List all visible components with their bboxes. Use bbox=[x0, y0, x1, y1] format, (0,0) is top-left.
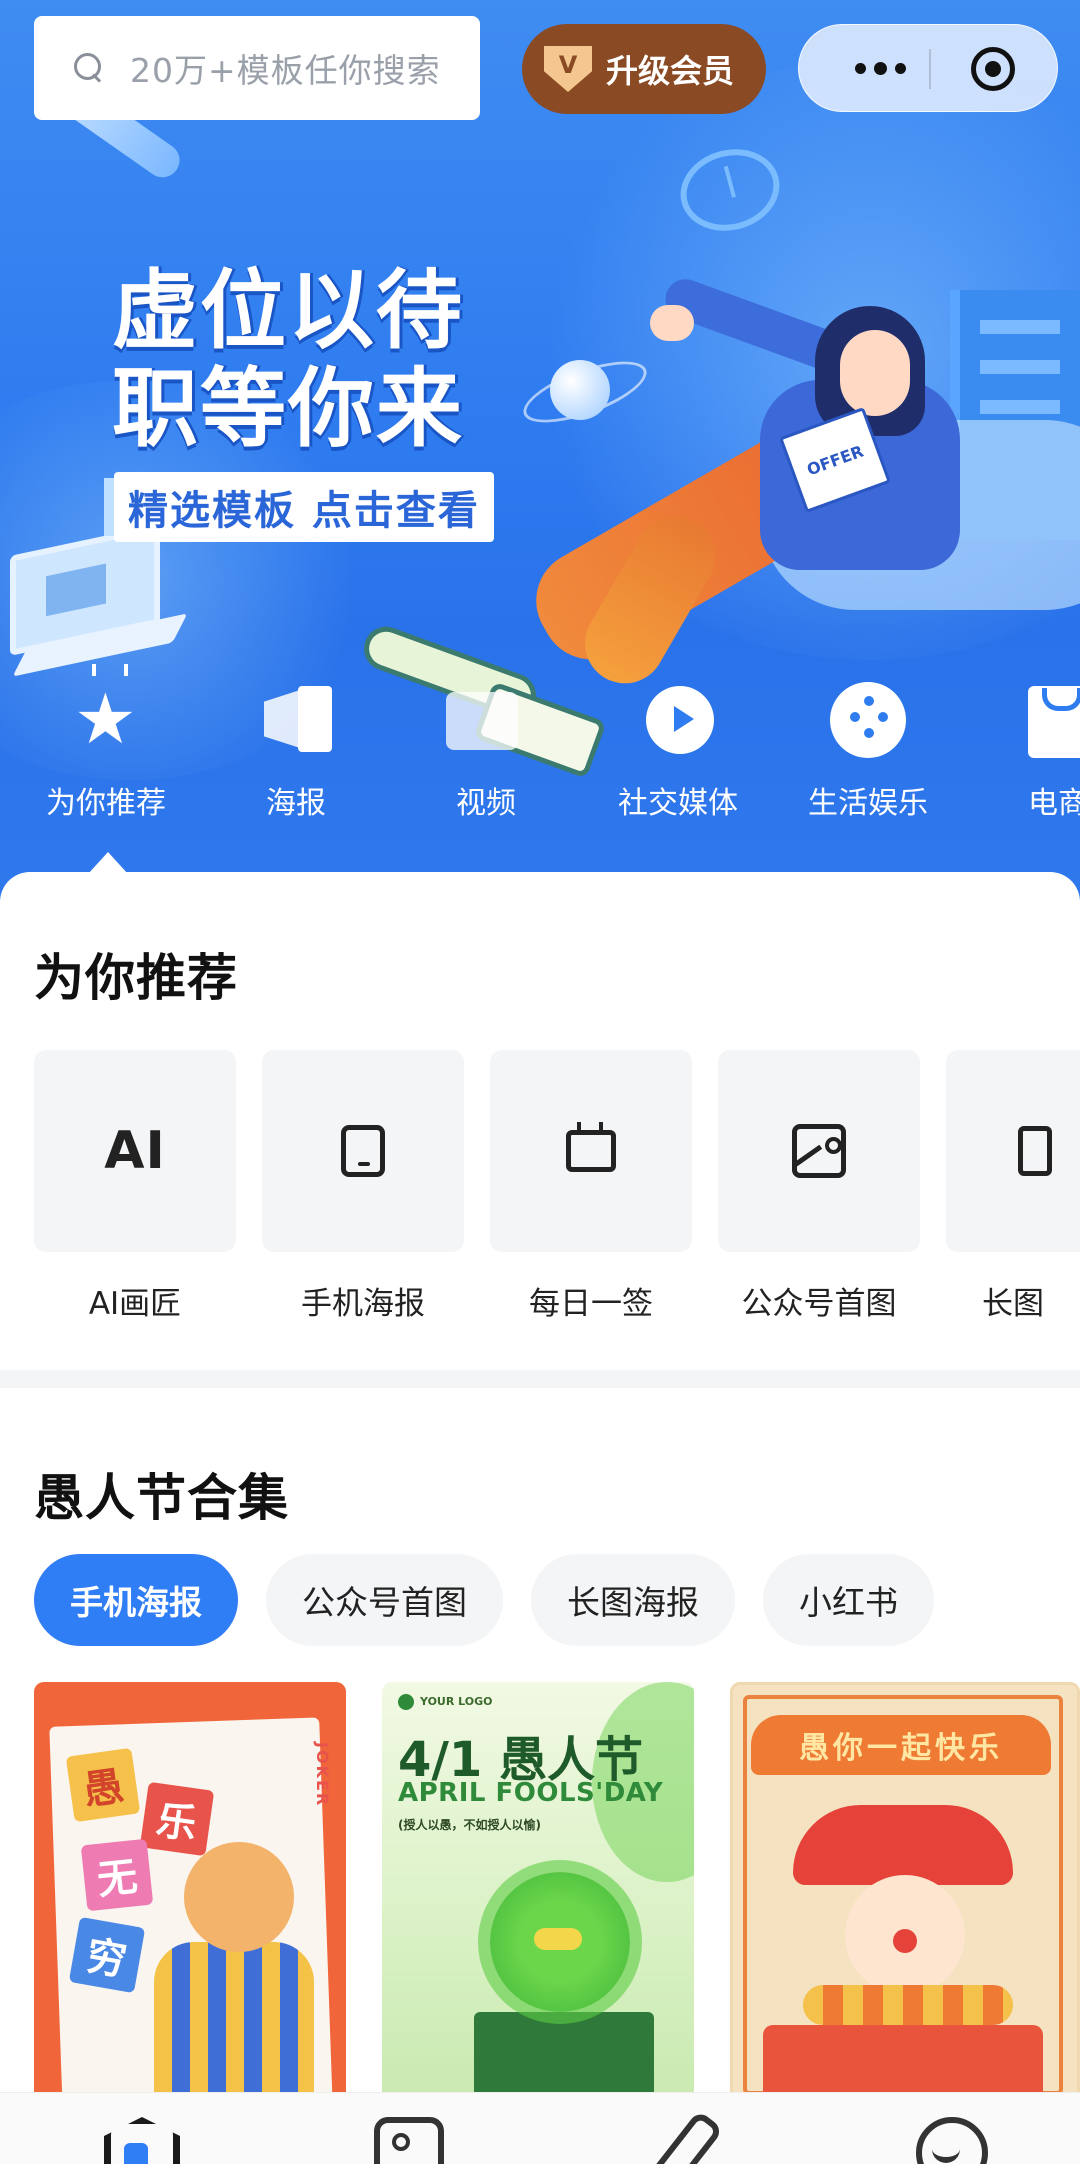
chip-wechat-cover[interactable]: 公众号首图 bbox=[266, 1554, 503, 1646]
book-illustration bbox=[763, 2025, 1043, 2099]
category-video[interactable]: 视频 bbox=[396, 678, 576, 822]
long-image-icon bbox=[1018, 1126, 1052, 1176]
image-icon bbox=[792, 1124, 846, 1178]
banner-title-line: 虚位以待 bbox=[112, 261, 464, 361]
template-grid: 愚 乐 无 穷 JOKER YOUR LOGO 4/1 愚人节 APRIL FO… bbox=[34, 1682, 1080, 2102]
template-text: 愚 bbox=[65, 1747, 141, 1823]
template-icon[interactable] bbox=[374, 2117, 444, 2164]
person-face-illustration bbox=[840, 330, 910, 416]
category-poster[interactable]: 海报 bbox=[206, 678, 386, 822]
category-label: 生活娱乐 bbox=[808, 786, 928, 821]
tool-daily-sign[interactable]: 每日一签 bbox=[490, 1050, 692, 1323]
category-label: 电商 bbox=[1028, 786, 1080, 821]
tool-tile bbox=[262, 1050, 464, 1252]
category-life-entertainment[interactable]: 生活娱乐 bbox=[778, 678, 958, 822]
tool-label: 每日一签 bbox=[529, 1286, 653, 1322]
category-label: 为你推荐 bbox=[46, 786, 166, 821]
tool-wechat-cover[interactable]: 公众号首图 bbox=[718, 1050, 920, 1323]
film-reel-icon bbox=[818, 678, 918, 770]
tool-tile bbox=[718, 1050, 920, 1252]
flower-illustration bbox=[490, 1872, 630, 2012]
jester-illustration bbox=[154, 1942, 314, 2102]
template-card[interactable]: 愚你一起快乐 bbox=[730, 1682, 1080, 2102]
video-icon bbox=[436, 678, 536, 770]
home-icon[interactable] bbox=[104, 2117, 166, 2164]
star-icon bbox=[56, 664, 156, 770]
category-label: 海报 bbox=[266, 786, 326, 821]
vip-badge-icon: V bbox=[544, 46, 592, 92]
search-input[interactable]: 20万+模板任你搜索 bbox=[34, 16, 480, 120]
chip-long-poster[interactable]: 长图海报 bbox=[531, 1554, 735, 1646]
tool-label: 公众号首图 bbox=[741, 1286, 897, 1322]
close-miniprogram-icon[interactable] bbox=[971, 47, 1015, 91]
more-icon[interactable] bbox=[855, 62, 906, 75]
banner-subtitle[interactable]: 精选模板 点击查看 bbox=[104, 472, 494, 542]
clown-collar-illustration bbox=[803, 1985, 1013, 2025]
chip-xiaohongshu[interactable]: 小红书 bbox=[763, 1554, 934, 1646]
planet-illustration bbox=[550, 360, 610, 420]
tool-tile: AI bbox=[34, 1050, 236, 1252]
edit-icon[interactable] bbox=[652, 2117, 714, 2164]
person-hand-illustration bbox=[650, 305, 694, 341]
tool-label: AI画匠 bbox=[88, 1286, 182, 1322]
category-recommend[interactable]: 为你推荐 bbox=[16, 664, 196, 822]
clown-face-illustration bbox=[845, 1875, 965, 1995]
category-label: 社交媒体 bbox=[618, 786, 738, 821]
trash-bin-illustration bbox=[474, 2012, 654, 2102]
upgrade-vip-label: 升级会员 bbox=[606, 52, 735, 90]
template-text: 穷 bbox=[68, 1916, 146, 1994]
profile-icon[interactable] bbox=[916, 2117, 988, 2164]
chip-phone-poster[interactable]: 手机海报 bbox=[34, 1554, 238, 1646]
template-text: 无 bbox=[80, 1838, 154, 1912]
template-subtitle: APRIL FOOLS'DAY bbox=[398, 1778, 664, 1808]
miniprogram-capsule bbox=[798, 24, 1058, 112]
tool-ai-painter[interactable]: AI AI画匠 bbox=[34, 1050, 236, 1323]
banner-title: 虚位以待 职等你来 bbox=[112, 262, 492, 458]
tool-long-image[interactable]: 长图 bbox=[946, 1050, 1080, 1323]
category-label: 视频 bbox=[456, 786, 516, 821]
phone-icon bbox=[341, 1125, 385, 1177]
tool-tile bbox=[946, 1050, 1080, 1252]
jester-face-illustration bbox=[184, 1842, 294, 1952]
capsule-divider bbox=[929, 49, 931, 89]
bottom-tab-bar bbox=[0, 2092, 1080, 2164]
tool-shortcuts: AI AI画匠 手机海报 每日一签 公众号首图 长图 bbox=[0, 1050, 1080, 1340]
category-social-media[interactable]: 社交媒体 bbox=[588, 678, 768, 822]
template-text: 乐 bbox=[139, 1781, 215, 1857]
section-title-recommend: 为你推荐 bbox=[34, 949, 238, 1007]
poster-icon bbox=[246, 678, 346, 770]
active-category-pointer bbox=[88, 852, 128, 874]
section-divider bbox=[0, 1370, 1080, 1388]
banner-title-line: 职等你来 bbox=[112, 359, 464, 459]
section-title-collection: 愚人节合集 bbox=[34, 1469, 289, 1527]
play-bubble-icon bbox=[628, 678, 728, 770]
template-title: 愚你一起快乐 bbox=[751, 1715, 1051, 1775]
tool-label: 手机海报 bbox=[301, 1286, 425, 1322]
tool-tile bbox=[490, 1050, 692, 1252]
template-side-text: JOKER bbox=[313, 1742, 332, 1808]
shopping-bag-icon bbox=[1008, 678, 1080, 770]
search-placeholder: 20万+模板任你搜索 bbox=[130, 51, 441, 90]
calendar-icon bbox=[566, 1122, 616, 1172]
template-card[interactable]: YOUR LOGO 4/1 愚人节 APRIL FOOLS'DAY (授人以愚，… bbox=[382, 1682, 694, 2102]
format-chips: 手机海报 公众号首图 长图海报 小红书 bbox=[34, 1554, 934, 1646]
tool-label: 长图 bbox=[982, 1286, 1044, 1322]
tool-phone-poster[interactable]: 手机海报 bbox=[262, 1050, 464, 1323]
template-tagline: (授人以愚，不如授人以愉) bbox=[398, 1818, 541, 1832]
category-nav: 为你推荐 海报 视频 社交媒体 生活娱乐 电商 bbox=[0, 664, 1080, 838]
template-card[interactable]: 愚 乐 无 穷 JOKER bbox=[34, 1682, 346, 2102]
upgrade-vip-button[interactable]: V 升级会员 bbox=[522, 24, 766, 114]
clown-hat-illustration bbox=[793, 1805, 1013, 1885]
category-ecommerce[interactable]: 电商 bbox=[968, 678, 1080, 822]
ai-icon: AI bbox=[104, 1121, 166, 1181]
template-logo: YOUR LOGO bbox=[398, 1694, 493, 1710]
search-icon bbox=[74, 53, 104, 83]
